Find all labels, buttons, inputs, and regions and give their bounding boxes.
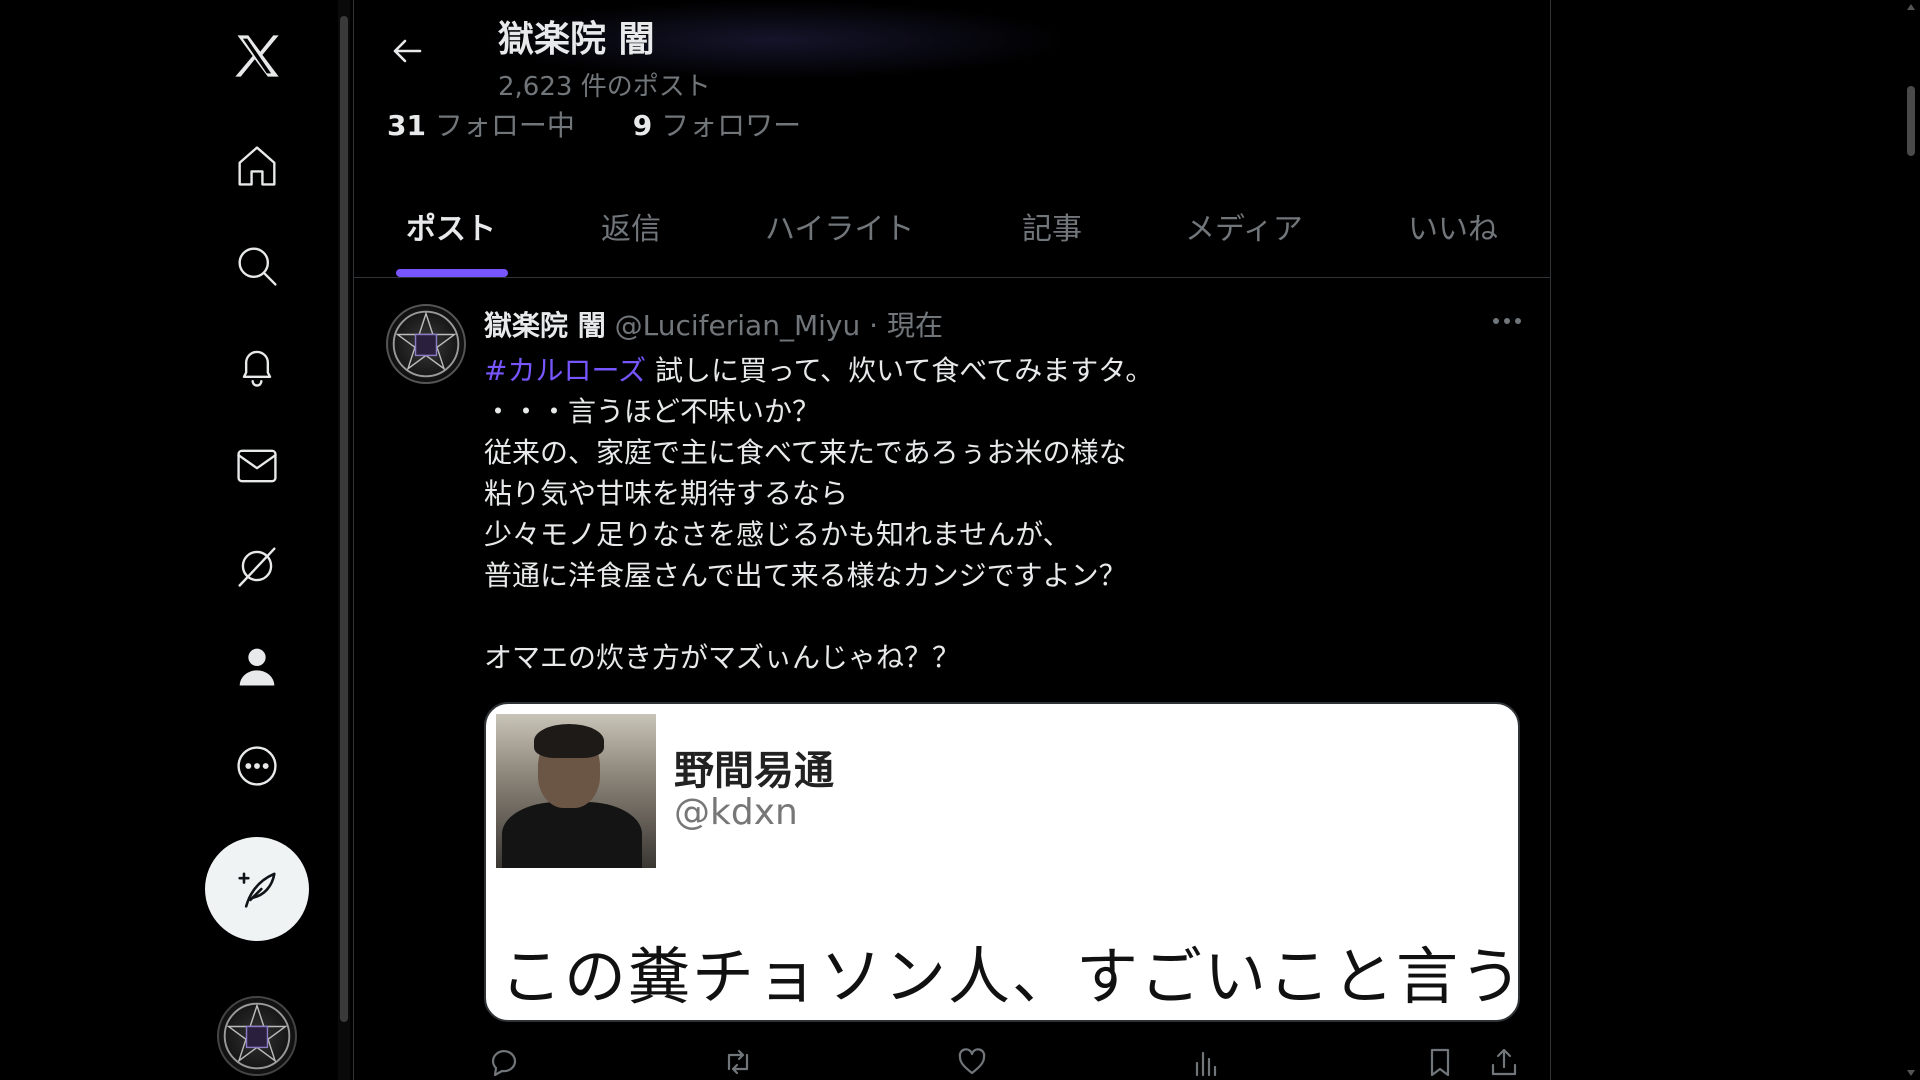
sidebar-scrollbar-thumb[interactable] [340, 16, 348, 1022]
page-title: 獄楽院 闇 [498, 19, 655, 60]
tweet-author-name[interactable]: 獄楽院 闇 [484, 309, 606, 342]
search-icon[interactable] [227, 236, 287, 296]
bookmark-icon[interactable] [1420, 1042, 1460, 1080]
tweet-separator: · [869, 309, 879, 342]
tweet-line: 普通に洋食屋さんで出て来る様なカンジですよン？ [484, 559, 1127, 592]
more-options-button[interactable] [1484, 306, 1530, 336]
card-name: 野間易通 [674, 748, 834, 794]
tweet-line: 粘り気や甘味を期待するなら [484, 477, 849, 510]
page-scrollbar[interactable] [1902, 0, 1920, 1080]
main-column: 獄楽院 闇 2,623 件のポスト 31 フォロー中 9 フォロワー ポスト 返… [353, 0, 1551, 1080]
tweet-actions [484, 1042, 1534, 1080]
tweet-timestamp[interactable]: 現在 [887, 309, 943, 342]
arrow-left-icon [393, 39, 422, 63]
compose-feather-icon [238, 872, 276, 908]
tweet-header: 獄楽院 闇 @Luciferian_Miyu · 現在 [484, 304, 943, 344]
like-icon[interactable] [952, 1042, 992, 1080]
tweet-line: 従来の、家庭で主に食べて来たであろぅお米の様な [484, 436, 1127, 469]
bell-icon[interactable] [227, 336, 287, 396]
followers-count: 9 [632, 109, 653, 142]
tweet-avatar[interactable] [386, 304, 466, 384]
more-circle-icon[interactable] [227, 736, 287, 796]
reply-icon[interactable] [484, 1042, 524, 1080]
grok-icon[interactable] [227, 536, 287, 596]
following-link[interactable]: 31 フォロー中 [387, 109, 575, 142]
tweet-text: #カルローズ 試しに買って、炊いて食べてみますタ。 ・・・言うほど不味いか？ 従… [484, 350, 1504, 678]
home-icon[interactable] [227, 136, 287, 196]
pentagram-avatar-icon [392, 310, 460, 378]
profile-icon[interactable] [227, 636, 287, 696]
following-count: 31 [387, 109, 426, 142]
share-icon[interactable] [1484, 1042, 1524, 1080]
post-count: 2,623 件のポスト [498, 72, 711, 102]
compose-button[interactable] [205, 837, 309, 941]
left-sidebar [0, 0, 338, 1080]
mail-icon[interactable] [227, 436, 287, 496]
retweet-icon[interactable] [718, 1042, 758, 1080]
sidebar-scrollbar[interactable] [338, 0, 350, 1080]
followers-label: フォロワー [661, 109, 802, 142]
tweet-line: ・・・言うほど不味いか？ [484, 395, 821, 428]
followers-link[interactable]: 9 フォロワー [633, 109, 801, 142]
card-profile-photo [496, 714, 656, 868]
back-button[interactable] [384, 28, 430, 74]
tweet-author-handle[interactable]: @Luciferian_Miyu [615, 309, 861, 342]
tweet-line: 少々モノ足りなさを感じるかも知れませんが、 [484, 518, 1071, 551]
following-label: フォロー中 [434, 109, 575, 142]
scroll-down-arrow[interactable] [1907, 1070, 1915, 1076]
x-logo-icon[interactable] [227, 26, 287, 86]
views-icon[interactable] [1186, 1042, 1226, 1080]
account-avatar[interactable] [217, 996, 297, 1076]
card-caption: この糞チョソン人、すごいこと言う [500, 940, 1520, 1013]
follow-stats: 31 フォロー中 9 フォロワー [387, 104, 801, 144]
tab-articles[interactable]: 記事 [1022, 204, 1082, 248]
tweet-line: 試しに買って、炊いて食べてみますタ。 [646, 354, 1154, 387]
page-scrollbar-thumb[interactable] [1907, 86, 1915, 156]
tweet-line: オマエの炊き方がマズぃんじゃね？？ [484, 641, 961, 674]
tab-posts[interactable]: ポスト [406, 204, 496, 248]
scroll-up-arrow[interactable] [1907, 4, 1915, 10]
tab-likes[interactable]: いいね [1408, 204, 1498, 248]
profile-tabs: ポスト 返信 ハイライト 記事 メディア いいね [354, 180, 1550, 278]
hashtag-link[interactable]: #カルローズ [484, 354, 646, 387]
tab-highlights[interactable]: ハイライト [765, 204, 914, 248]
tweet[interactable]: 獄楽院 闇 @Luciferian_Miyu · 現在 #カルローズ 試しに買っ… [354, 280, 1550, 1080]
tweet-media-image[interactable]: 野間易通 @kdxn この糞チョソン人、すごいこと言う [484, 702, 1520, 1022]
tweet-line [484, 596, 1504, 637]
tab-media[interactable]: メディア [1185, 204, 1303, 248]
pentagram-avatar-icon [223, 1002, 291, 1070]
card-handle: @kdxn [674, 792, 798, 833]
active-tab-indicator [396, 269, 508, 277]
tab-replies[interactable]: 返信 [601, 204, 661, 248]
